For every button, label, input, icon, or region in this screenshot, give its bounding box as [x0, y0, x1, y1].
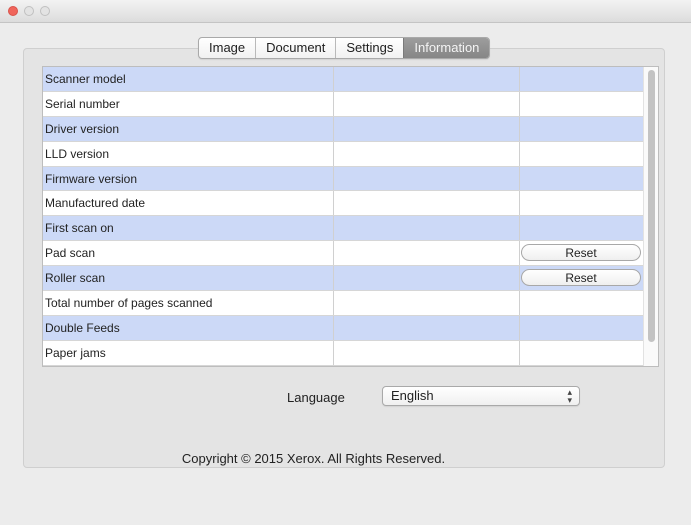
row-value [334, 340, 520, 365]
table-row: Paper jams [43, 340, 658, 366]
row-action-cell [520, 316, 643, 340]
table-row: Firmware version [43, 166, 658, 192]
row-label: Total number of pages scanned [43, 291, 334, 315]
row-action-cell [520, 191, 643, 215]
row-action-cell [520, 216, 643, 240]
table-row: Serial number [43, 91, 658, 117]
row-value [334, 291, 520, 315]
row-label: Roller scan [43, 266, 334, 291]
row-action-cell [520, 117, 643, 141]
row-action-cell [520, 167, 643, 191]
table-row: LLD version [43, 141, 658, 167]
row-action-cell [520, 341, 643, 365]
row-label: Manufactured date [43, 191, 334, 216]
tab-information[interactable]: Information [403, 38, 490, 58]
up-down-arrows-icon: ▴ ▾ [567, 387, 572, 405]
table-row: Scanner model [43, 67, 658, 92]
tab-document[interactable]: Document [255, 38, 335, 58]
language-label: Language [287, 390, 345, 405]
row-value [334, 266, 520, 291]
row-action-cell [520, 67, 643, 91]
row-value [334, 91, 520, 116]
row-label: Double Feeds [43, 315, 334, 340]
copyright-text: Copyright © 2015 Xerox. All Rights Reser… [181, 451, 446, 466]
row-value [334, 116, 520, 141]
row-value [334, 141, 520, 166]
table-scrollbar[interactable] [643, 67, 658, 366]
tab-bar: Image Document Settings Information [198, 37, 491, 59]
copyright-footer: Copyright © 2015 Xerox. All Rights Reser… [0, 451, 691, 466]
row-label: Firmware version [43, 166, 334, 191]
row-action-cell [520, 92, 643, 116]
language-select-value: English [391, 388, 434, 403]
row-label: Serial number [43, 91, 334, 116]
table-row: Total number of pages scanned [43, 291, 658, 316]
pad-scan-reset-button[interactable]: Reset [521, 244, 641, 262]
row-label: Paper jams [43, 340, 334, 365]
row-value [334, 216, 520, 241]
information-table: Scanner model Serial number Driver versi… [42, 66, 659, 367]
table-row: Roller scan Reset [43, 266, 658, 292]
row-label: LLD version [43, 141, 334, 166]
row-label: First scan on [43, 216, 334, 241]
row-action-cell: Reset [520, 241, 643, 265]
row-value [334, 315, 520, 340]
tab-settings[interactable]: Settings [335, 38, 403, 58]
table-row: Manufactured date [43, 191, 658, 217]
scrollbar-thumb[interactable] [648, 70, 655, 342]
row-action-cell: Reset [520, 266, 643, 290]
table-row: First scan on [43, 216, 658, 242]
window-titlebar [0, 0, 691, 23]
row-value [334, 67, 520, 91]
row-label: Pad scan [43, 241, 334, 266]
row-value [334, 166, 520, 191]
minimize-icon[interactable] [24, 6, 34, 16]
table-row: Double Feeds [43, 315, 658, 341]
row-label: Scanner model [43, 67, 334, 91]
row-value [334, 241, 520, 266]
row-action-cell [520, 291, 643, 315]
row-action-cell [520, 142, 643, 166]
table-row: Driver version [43, 116, 658, 142]
language-select[interactable]: English ▴ ▾ [382, 386, 580, 406]
tab-image[interactable]: Image [199, 38, 255, 58]
row-label: Driver version [43, 116, 334, 141]
zoom-icon[interactable] [40, 6, 50, 16]
row-value [334, 191, 520, 216]
table-row: Pad scan Reset [43, 241, 658, 267]
close-icon[interactable] [8, 6, 18, 16]
roller-scan-reset-button[interactable]: Reset [521, 269, 641, 287]
